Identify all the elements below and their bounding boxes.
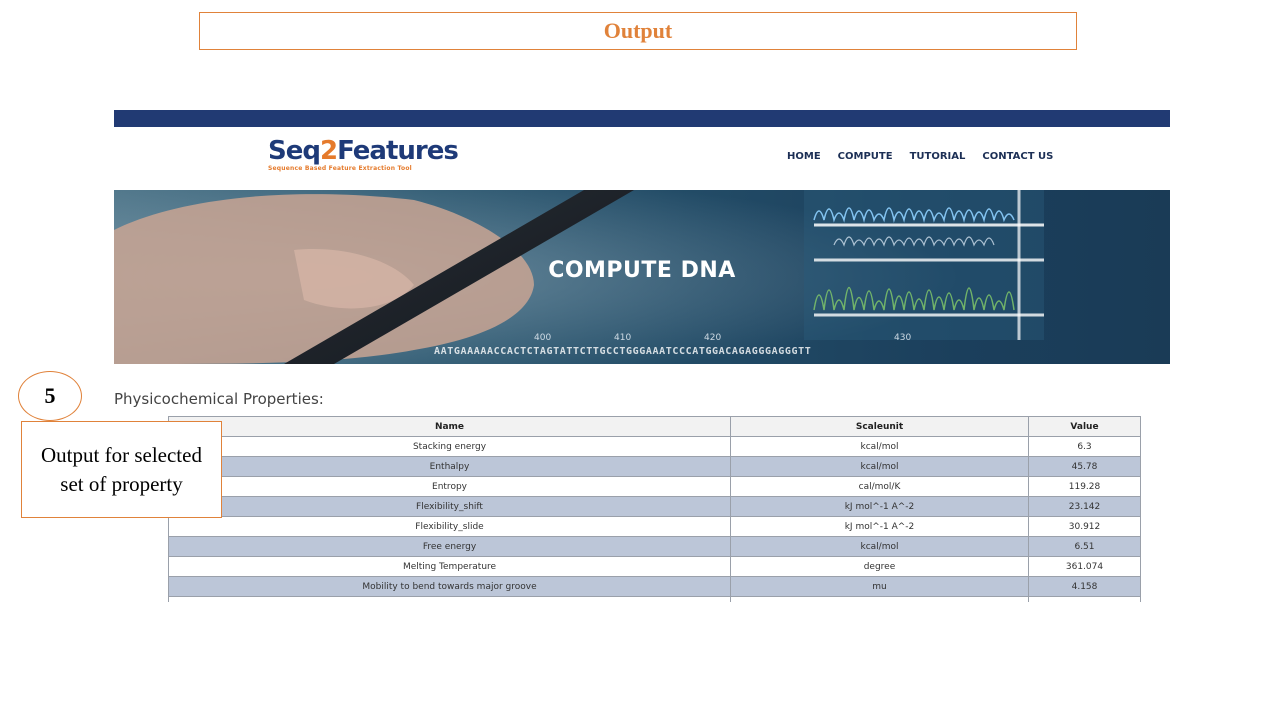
logo-prefix: Seq bbox=[268, 136, 321, 166]
cell-scaleunit: degree bbox=[730, 556, 1029, 577]
cell-name: Melting Temperature bbox=[168, 556, 731, 577]
nav-tutorial[interactable]: TUTORIAL bbox=[910, 151, 966, 162]
cell-value: 4.158 bbox=[1028, 576, 1141, 597]
cell-value: 6.3 bbox=[1028, 436, 1141, 457]
nav-compute[interactable]: COMPUTE bbox=[838, 151, 893, 162]
cell-scaleunit: kcal/mol bbox=[730, 536, 1029, 557]
table-row: Flexibility_slide kJ mol^-1 A^-2 30.912 bbox=[168, 516, 1141, 537]
table-row: Enthalpy kcal/mol 45.78 bbox=[168, 456, 1141, 477]
table-row: Entropy cal/mol/K 119.28 bbox=[168, 476, 1141, 497]
slide-title: Output bbox=[199, 12, 1077, 50]
table-row-partial bbox=[168, 596, 1141, 602]
cell-value: 45.78 bbox=[1028, 456, 1141, 477]
nav-contact-us[interactable]: CONTACT US bbox=[982, 151, 1053, 162]
cell-value: 361.074 bbox=[1028, 556, 1141, 577]
cell-name: Entropy bbox=[168, 476, 731, 497]
logo-wordmark: Seq2Features bbox=[268, 136, 459, 166]
site-header: Seq2Features Sequence Based Feature Extr… bbox=[114, 127, 1170, 190]
table-row: Melting Temperature degree 361.074 bbox=[168, 556, 1141, 577]
column-header-name: Name bbox=[168, 416, 731, 437]
main-nav: HOME COMPUTE TUTORIAL CONTACT US bbox=[787, 151, 1053, 162]
cell-value: 6.51 bbox=[1028, 536, 1141, 557]
table-row: Stacking energy kcal/mol 6.3 bbox=[168, 436, 1141, 457]
cell-name: Mobility to bend towards major groove bbox=[168, 576, 731, 597]
cell-value: 30.912 bbox=[1028, 516, 1141, 537]
cell-name: Stacking energy bbox=[168, 436, 731, 457]
cell-name: Enthalpy bbox=[168, 456, 731, 477]
table-row: Flexibility_shift kJ mol^-1 A^-2 23.142 bbox=[168, 496, 1141, 517]
banner-title: COMPUTE DNA bbox=[548, 257, 736, 283]
callout-text: Output for selected set of property bbox=[21, 421, 222, 518]
table-header-row: Name Scaleunit Value bbox=[168, 416, 1141, 437]
cell-name: Free energy bbox=[168, 536, 731, 557]
top-bar bbox=[114, 110, 1170, 127]
logo-tagline: Sequence Based Feature Extraction Tool bbox=[268, 165, 412, 172]
table-row: Mobility to bend towards major groove mu… bbox=[168, 576, 1141, 597]
cell-scaleunit: mu bbox=[730, 576, 1029, 597]
site-logo[interactable]: Seq2Features Sequence Based Feature Extr… bbox=[268, 136, 459, 172]
cell-name: Flexibility_shift bbox=[168, 496, 731, 517]
properties-table: Name Scaleunit Value Stacking energy kca… bbox=[168, 416, 1141, 602]
callout-number: 5 bbox=[18, 371, 82, 421]
cell-scaleunit: kJ mol^-1 A^-2 bbox=[730, 516, 1029, 537]
cell-scaleunit: cal/mol/K bbox=[730, 476, 1029, 497]
cell-value: 23.142 bbox=[1028, 496, 1141, 517]
cell-scaleunit: kcal/mol bbox=[730, 436, 1029, 457]
column-header-value: Value bbox=[1028, 416, 1141, 437]
table-row: Free energy kcal/mol 6.51 bbox=[168, 536, 1141, 557]
logo-suffix: Features bbox=[337, 136, 459, 166]
cell-scaleunit: kJ mol^-1 A^-2 bbox=[730, 496, 1029, 517]
hero-banner: 400 410 420 430 AATGAAAAACCACTCTAGTATTCT… bbox=[114, 190, 1170, 364]
logo-digit: 2 bbox=[319, 136, 338, 166]
section-title: Physicochemical Properties: bbox=[114, 390, 324, 408]
column-header-scaleunit: Scaleunit bbox=[730, 416, 1029, 437]
cell-scaleunit: kcal/mol bbox=[730, 456, 1029, 477]
website-screenshot: Seq2Features Sequence Based Feature Extr… bbox=[114, 110, 1170, 602]
cell-name: Flexibility_slide bbox=[168, 516, 731, 537]
nav-home[interactable]: HOME bbox=[787, 151, 821, 162]
cell-value: 119.28 bbox=[1028, 476, 1141, 497]
